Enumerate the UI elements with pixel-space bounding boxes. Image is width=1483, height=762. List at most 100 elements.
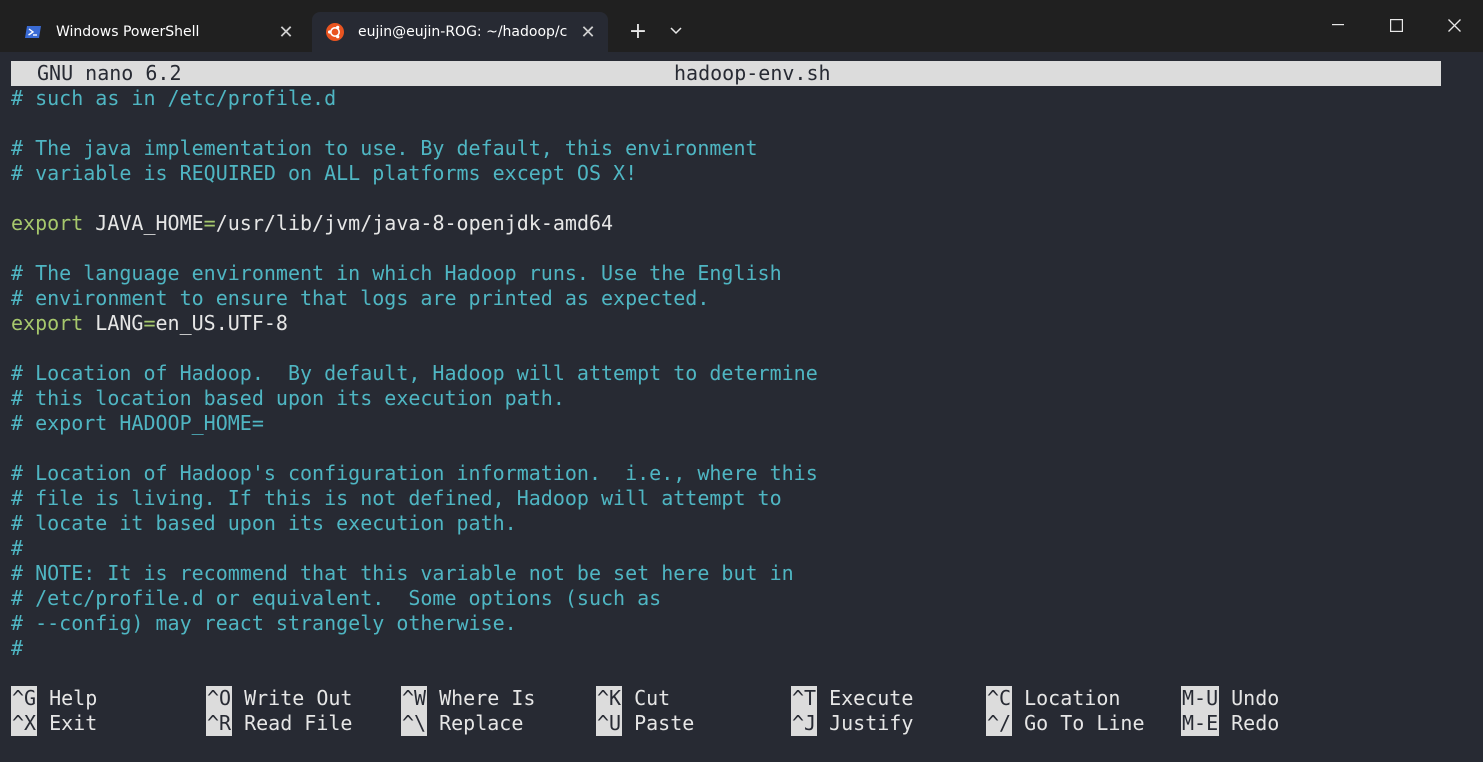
- shortcut-item: ^/ Go To Line: [986, 711, 1145, 736]
- code-line: export JAVA_HOME=/usr/lib/jvm/java-8-ope…: [11, 211, 818, 236]
- code-token-text: en_US.UTF-8: [155, 311, 288, 335]
- code-line: # The java implementation to use. By def…: [11, 136, 818, 161]
- terminal-window: Windows PowerShell ✕ eujin@eujin-ROG: ~/…: [0, 0, 1483, 762]
- code-token-comment: # variable is REQUIRED on ALL platforms …: [11, 161, 638, 185]
- code-token-comment: # file is living. If this is not defined…: [11, 486, 782, 510]
- code-token-text: /usr/lib/jvm/java-8-openjdk-amd64: [215, 211, 614, 235]
- code-token-comment: # locate it based upon its execution pat…: [11, 511, 517, 535]
- tab-ubuntu-shell[interactable]: eujin@eujin-ROG: ~/hadoop/c ✕: [312, 12, 608, 52]
- shortcut-label: Exit: [49, 711, 98, 735]
- shortcut-key: ^U: [596, 711, 623, 736]
- code-line: # Location of Hadoop. By default, Hadoop…: [11, 361, 818, 386]
- ubuntu-icon: [326, 23, 344, 41]
- file-name: hadoop-env.sh: [674, 61, 831, 85]
- nano-title-bar: GNU nano 6.2 hadoop-env.sh: [11, 61, 1441, 86]
- close-icon: [1447, 18, 1461, 32]
- code-line: # environment to ensure that logs are pr…: [11, 286, 818, 311]
- close-window-button[interactable]: [1425, 0, 1483, 50]
- editor-version: GNU nano 6.2: [37, 61, 182, 85]
- code-token-text: JAVA_HOME: [83, 211, 204, 235]
- shortcut-item: M-U Undo: [1181, 686, 1279, 711]
- shortcut-key: ^K: [596, 686, 623, 711]
- code-token-comment: # such as in /etc/profile.d: [11, 86, 337, 110]
- code-line: # The language environment in which Hado…: [11, 261, 818, 286]
- code-token-text: LANG: [83, 311, 144, 335]
- shortcut-key: ^X: [11, 711, 38, 736]
- shortcut-key: ^W: [401, 686, 428, 711]
- code-token-comment: # NOTE: It is recommend that this variab…: [11, 561, 794, 585]
- maximize-icon: [1389, 18, 1403, 32]
- shortcut-item: ^J Justify: [791, 711, 913, 736]
- maximize-button[interactable]: [1367, 0, 1425, 50]
- shortcut-key: M-E: [1181, 711, 1220, 736]
- code-token-comment: # The java implementation to use. By def…: [11, 136, 758, 160]
- code-token-comment: # --config) may react strangely otherwis…: [11, 611, 517, 635]
- shortcut-key: M-U: [1181, 686, 1220, 711]
- shortcut-item: ^W Where Is: [401, 686, 535, 711]
- shortcut-key: ^C: [986, 686, 1013, 711]
- shortcut-label: Write Out: [244, 686, 353, 710]
- title-bar: Windows PowerShell ✕ eujin@eujin-ROG: ~/…: [0, 0, 1483, 52]
- code-token-comment: #: [11, 636, 24, 660]
- minimize-icon: [1332, 24, 1344, 26]
- code-token-kw: export: [11, 311, 84, 335]
- code-line: # variable is REQUIRED on ALL platforms …: [11, 161, 818, 186]
- shortcut-item: ^R Read File: [206, 711, 352, 736]
- code-token-kw: export: [11, 211, 84, 235]
- code-line: # this location based upon its execution…: [11, 386, 818, 411]
- shortcut-item: ^O Write Out: [206, 686, 352, 711]
- code-line: # Location of Hadoop's configuration inf…: [11, 461, 818, 486]
- code-line: # locate it based upon its execution pat…: [11, 511, 818, 536]
- shortcut-item: ^T Execute: [791, 686, 913, 711]
- shortcut-item: ^C Location: [986, 686, 1120, 711]
- chevron-down-icon: [670, 27, 682, 35]
- code-token-comment: # Location of Hadoop's configuration inf…: [11, 461, 818, 485]
- tab-windows-powershell[interactable]: Windows PowerShell ✕: [10, 12, 306, 52]
- code-line: #: [11, 636, 818, 661]
- new-tab-button[interactable]: +: [620, 14, 656, 48]
- minimize-button[interactable]: [1309, 0, 1367, 50]
- shortcut-label: Where Is: [439, 686, 536, 710]
- shortcut-item: ^X Exit: [11, 711, 97, 736]
- shortcut-key: ^\: [401, 711, 428, 736]
- shortcut-label: Go To Line: [1024, 711, 1145, 735]
- code-token-comment: # /etc/profile.d or equivalent. Some opt…: [11, 586, 662, 610]
- tab-dropdown-button[interactable]: [658, 14, 694, 48]
- code-token-comment: # export HADOOP_HOME=: [11, 411, 264, 435]
- shortcut-key: ^G: [11, 686, 38, 711]
- shortcut-item: ^U Paste: [596, 711, 694, 736]
- shortcut-label: Replace: [439, 711, 524, 735]
- shortcut-item: ^\ Replace: [401, 711, 523, 736]
- shortcut-key: ^T: [791, 686, 818, 711]
- powershell-icon: [24, 23, 42, 41]
- shortcut-label: Cut: [634, 686, 671, 710]
- code-token-comment: # this location based upon its execution…: [11, 386, 565, 410]
- code-line: # --config) may react strangely otherwis…: [11, 611, 818, 636]
- shortcut-item: M-E Redo: [1181, 711, 1279, 736]
- shortcut-item: ^G Help: [11, 686, 97, 711]
- editor-text-area[interactable]: # such as in /etc/profile.d # The java im…: [11, 86, 818, 661]
- code-token-op: =: [143, 311, 156, 335]
- code-token-comment: # Location of Hadoop. By default, Hadoop…: [11, 361, 818, 385]
- code-token-comment: #: [11, 536, 24, 560]
- shortcut-item: ^K Cut: [596, 686, 670, 711]
- code-token-comment: # environment to ensure that logs are pr…: [11, 286, 710, 310]
- code-line: export LANG=en_US.UTF-8: [11, 311, 818, 336]
- code-token-op: =: [203, 211, 216, 235]
- terminal-content[interactable]: GNU nano 6.2 hadoop-env.sh # such as in …: [0, 52, 1483, 762]
- code-token-comment: # The language environment in which Hado…: [11, 261, 782, 285]
- code-line: # /etc/profile.d or equivalent. Some opt…: [11, 586, 818, 611]
- plus-icon: +: [628, 18, 648, 44]
- code-line: # file is living. If this is not defined…: [11, 486, 818, 511]
- code-line: # export HADOOP_HOME=: [11, 411, 818, 436]
- shortcut-label: Read File: [244, 711, 353, 735]
- code-line: # such as in /etc/profile.d: [11, 86, 818, 111]
- close-icon[interactable]: ✕: [266, 22, 306, 43]
- shortcut-key: ^/: [986, 711, 1013, 736]
- code-line: # NOTE: It is recommend that this variab…: [11, 561, 818, 586]
- close-icon[interactable]: ✕: [568, 22, 608, 43]
